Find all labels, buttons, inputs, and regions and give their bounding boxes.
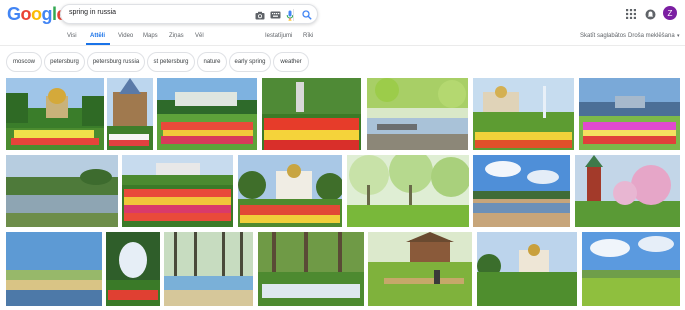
microphone-icon[interactable] (284, 9, 296, 21)
image-result[interactable] (579, 78, 680, 150)
chip-weather[interactable]: weather (273, 52, 309, 72)
chip-moscow[interactable]: moscow (6, 52, 42, 72)
apps-grid-icon[interactable] (624, 7, 638, 21)
image-result[interactable] (122, 155, 233, 227)
image-result[interactable] (347, 155, 469, 227)
image-result[interactable] (6, 155, 118, 227)
image-result[interactable] (575, 155, 680, 227)
logo-letter: o (31, 4, 42, 24)
search-divider (293, 9, 294, 21)
tab-more[interactable]: Vēl (195, 33, 204, 39)
google-logo[interactable]: Google (7, 4, 67, 25)
chevron-down-icon[interactable]: ▾ (677, 33, 680, 39)
tab-video[interactable]: Video (118, 33, 133, 39)
image-result[interactable] (473, 78, 574, 150)
search-box[interactable]: spring in russia (60, 4, 318, 24)
image-result[interactable] (368, 232, 472, 306)
image-result[interactable] (258, 232, 364, 306)
tab-all[interactable]: Visi (67, 33, 77, 39)
image-result[interactable] (157, 78, 257, 150)
image-result[interactable] (582, 232, 680, 306)
search-tabs: Visi Attēli Video Maps Ziņas Vēl Iestatī… (0, 28, 685, 46)
tab-images[interactable]: Attēli (90, 33, 105, 39)
image-result[interactable] (262, 78, 361, 150)
avatar[interactable]: Z (663, 6, 677, 20)
image-result[interactable] (106, 232, 160, 306)
chip-early-spring[interactable]: early spring (229, 52, 271, 72)
image-result[interactable] (477, 232, 577, 306)
logo-letter: g (41, 4, 53, 24)
image-result[interactable] (6, 78, 104, 150)
chip-nature[interactable]: nature (197, 52, 227, 72)
image-result[interactable] (367, 78, 468, 150)
image-result[interactable] (107, 78, 153, 150)
image-result[interactable] (6, 232, 102, 306)
safesearch-link[interactable]: Droša meklēšana (628, 33, 675, 39)
tab-maps[interactable]: Maps (143, 33, 158, 39)
search-input[interactable]: spring in russia (69, 9, 116, 16)
keyboard-icon[interactable] (269, 9, 281, 21)
chip-petersburg-russia[interactable]: petersburg russia (87, 52, 145, 72)
camera-icon[interactable] (254, 9, 266, 21)
image-result[interactable] (238, 155, 342, 227)
search-icon[interactable] (301, 9, 313, 21)
chip-st-petersburg[interactable]: st petersburg (147, 52, 195, 72)
related-search-chips: moscow petersburg petersburg russia st p… (0, 52, 685, 74)
notifications-icon[interactable] (643, 7, 657, 21)
active-tab-indicator (86, 43, 110, 45)
logo-letter: o (20, 4, 32, 24)
header: Google spring in russia Z (0, 0, 685, 28)
tab-settings[interactable]: Iestatījumi (265, 33, 292, 39)
tab-tools[interactable]: Rīki (303, 33, 313, 39)
tab-news[interactable]: Ziņas (169, 33, 184, 39)
logo-letter: G (7, 4, 21, 24)
image-result[interactable] (473, 155, 570, 227)
saved-link[interactable]: Skatīt saglabātos (580, 33, 626, 39)
image-result[interactable] (164, 232, 253, 306)
chip-petersburg[interactable]: petersburg (44, 52, 85, 72)
